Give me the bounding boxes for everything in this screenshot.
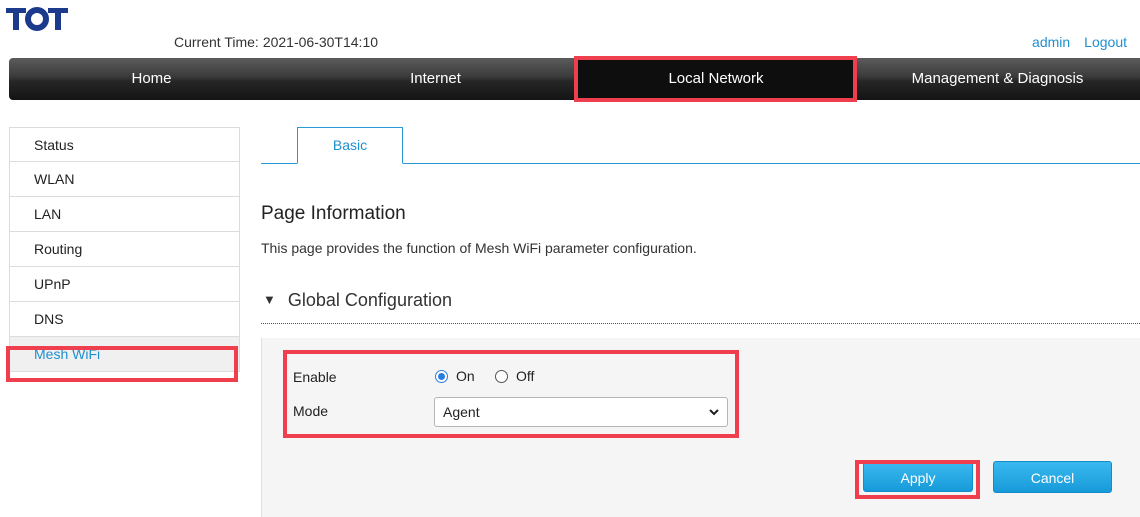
current-time: Current Time: 2021-06-30T14:10: [174, 34, 378, 50]
enable-label: Enable: [293, 369, 337, 385]
enable-on-radio[interactable]: [435, 370, 448, 383]
nav-local-network[interactable]: Local Network: [577, 58, 855, 100]
admin-link[interactable]: admin: [1032, 34, 1070, 50]
sidebar-item-status[interactable]: Status: [9, 127, 240, 162]
current-time-label: Current Time:: [174, 34, 259, 50]
sidebar-item-routing[interactable]: Routing: [9, 232, 240, 267]
main-nav: Home Internet Local Network Management &…: [9, 58, 1140, 100]
enable-off-label[interactable]: Off: [516, 368, 534, 384]
page-description: This page provides the function of Mesh …: [261, 240, 697, 256]
mode-select-value: Agent: [443, 404, 480, 420]
user-links: admin Logout: [1032, 34, 1127, 50]
current-time-value: 2021-06-30T14:10: [262, 34, 379, 50]
sidebar-item-wlan[interactable]: WLAN: [9, 162, 240, 197]
nav-internet[interactable]: Internet: [294, 58, 577, 100]
nav-management-diagnosis[interactable]: Management & Diagnosis: [855, 58, 1140, 100]
page-title: Page Information: [261, 203, 406, 224]
sidebar-item-lan[interactable]: LAN: [9, 197, 240, 232]
tab-basic[interactable]: Basic: [297, 127, 403, 164]
enable-off-radio[interactable]: [495, 370, 508, 383]
section-global-configuration[interactable]: ▼ Global Configuration: [263, 290, 452, 311]
sidebar-item-mesh-wifi[interactable]: Mesh WiFi: [9, 337, 240, 372]
triangle-down-icon: ▼: [263, 292, 276, 307]
sidebar-item-dns[interactable]: DNS: [9, 302, 240, 337]
chevron-down-icon: [709, 409, 719, 416]
logout-link[interactable]: Logout: [1084, 34, 1127, 50]
sidebar-item-upnp[interactable]: UPnP: [9, 267, 240, 302]
enable-on-label[interactable]: On: [456, 368, 475, 384]
mode-label: Mode: [293, 403, 329, 419]
tot-logo: [6, 7, 68, 31]
section-title-label: Global Configuration: [287, 290, 452, 310]
mode-select[interactable]: Agent: [434, 397, 728, 427]
sidebar: Status WLAN LAN Routing UPnP DNS Mesh Wi…: [9, 127, 240, 372]
cancel-button[interactable]: Cancel: [993, 461, 1112, 493]
nav-home[interactable]: Home: [9, 58, 294, 100]
section-divider: [261, 323, 1140, 324]
apply-button[interactable]: Apply: [863, 462, 973, 492]
